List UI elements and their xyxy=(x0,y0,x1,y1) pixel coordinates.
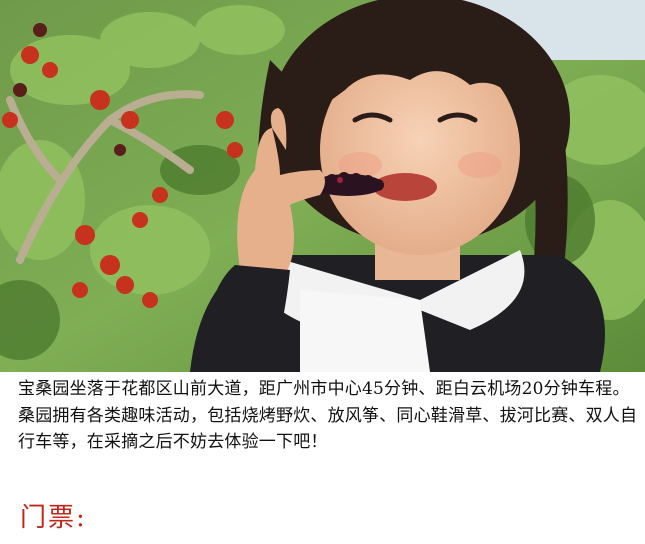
ticket-heading: 门票: xyxy=(20,503,87,533)
description-text: 宝桑园坐落于花都区山前大道，距广州市中心45分钟、距白云机场20分钟车程。桑园拥… xyxy=(18,379,638,452)
girl-eating-mulberry-photo xyxy=(0,0,645,372)
